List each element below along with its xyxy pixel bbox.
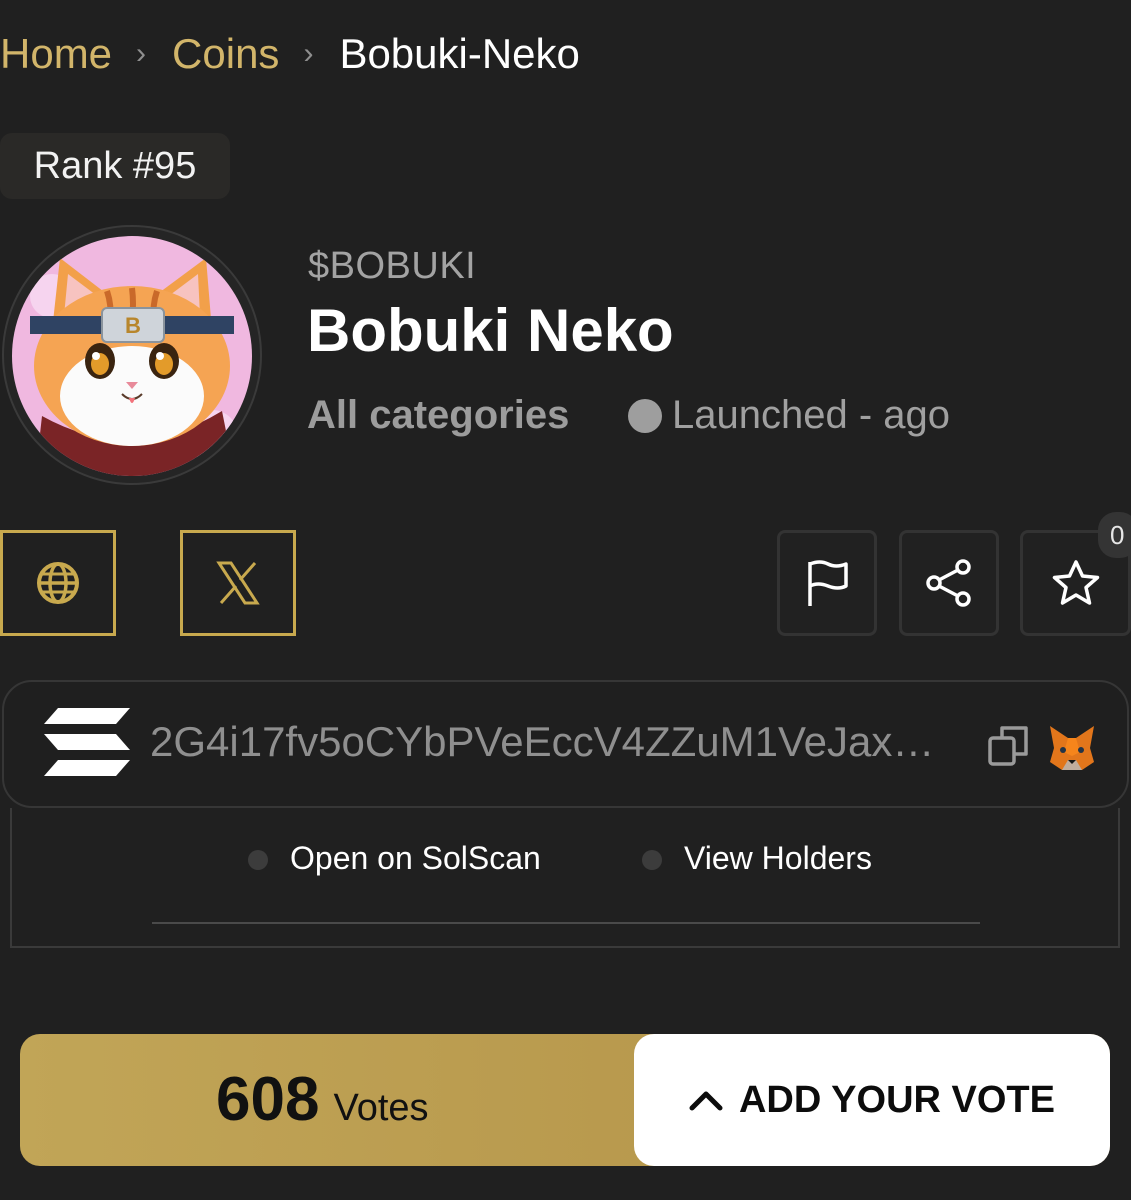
view-holders-link[interactable]: View Holders [684, 840, 872, 877]
breadcrumb-home-link[interactable]: Home [0, 28, 112, 80]
breadcrumb-current: Bobuki-Neko [339, 30, 580, 77]
star-icon [1052, 560, 1099, 605]
x-logo-icon [216, 561, 260, 605]
chevron-right-icon: › [303, 37, 314, 70]
chevron-right-icon: › [136, 37, 147, 70]
launch-status: Launched - ago [628, 393, 950, 438]
tab-underline [152, 922, 980, 924]
website-button[interactable] [0, 530, 116, 636]
token-name: Bobuki Neko [307, 297, 674, 364]
metamask-fox-icon [1050, 726, 1094, 770]
svg-text:B: B [125, 313, 141, 338]
breadcrumb-coins-link[interactable]: Coins [172, 28, 279, 80]
copy-icon [988, 726, 1028, 766]
vote-count: 608 Votes [216, 1064, 429, 1135]
add-vote-button[interactable]: ADD YOUR VOTE [634, 1034, 1110, 1166]
solscan-dot-icon [248, 850, 268, 870]
breadcrumb: Home › Coins › Bobuki-Neko [0, 28, 580, 80]
token-ticker: $BOBUKI [308, 245, 477, 287]
category-link[interactable]: All categories [307, 393, 569, 438]
copy-button[interactable] [988, 724, 1030, 773]
flag-icon [808, 560, 848, 606]
holders-dot-icon [642, 850, 662, 870]
solana-icon [44, 708, 130, 781]
open-solscan-link[interactable]: Open on SolScan [290, 840, 541, 877]
globe-icon [37, 562, 79, 604]
contract-address-text: 2G4i17fv5oCYbPVeEccV4ZZuM1VeJax… [150, 718, 935, 765]
favorite-count-badge: 0 [1098, 512, 1131, 558]
x-twitter-button[interactable] [180, 530, 296, 636]
vote-count-number: 608 [216, 1065, 320, 1134]
token-avatar: B [12, 236, 252, 476]
share-icon [926, 559, 971, 607]
chevron-up-icon [689, 1091, 723, 1111]
share-button[interactable] [899, 530, 999, 636]
metamask-button[interactable] [1046, 722, 1098, 779]
vote-count-label: Votes [333, 1087, 429, 1129]
add-vote-label: ADD YOUR VOTE [738, 1078, 1055, 1121]
rank-badge: Rank #95 [0, 133, 230, 199]
launch-status-text: Launched - ago [672, 393, 951, 437]
status-dot-icon [628, 398, 662, 433]
report-button[interactable] [777, 530, 877, 636]
explorer-links-panel [10, 808, 1120, 948]
